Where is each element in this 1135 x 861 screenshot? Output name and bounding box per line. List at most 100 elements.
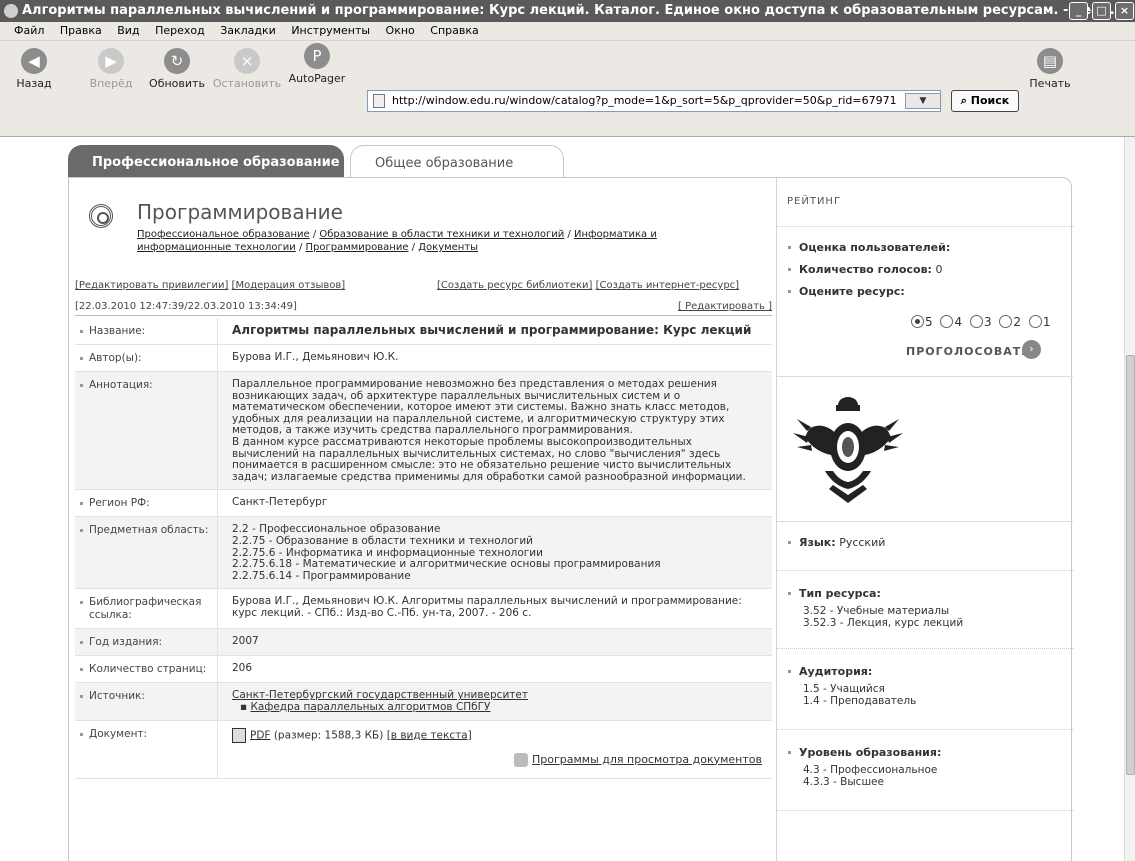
menu-tools[interactable]: Инструменты — [291, 24, 370, 37]
vote-arrow-button[interactable]: › — [1022, 340, 1041, 359]
level-section: Уровень образования: 4.3 - Профессиональ… — [777, 729, 1073, 788]
rating-option-label: 1 — [1042, 315, 1051, 329]
moderate-reviews-link[interactable]: [Модерация отзывов] — [232, 280, 346, 291]
rating-radio-1[interactable] — [1028, 315, 1042, 328]
field-label: Аннотация: — [75, 372, 218, 490]
details-table: Название: Алгоритмы параллельных вычислен… — [75, 318, 772, 779]
address-dropdown-button[interactable]: ▼ — [905, 93, 941, 109]
menu-window[interactable]: Окно — [386, 24, 415, 37]
field-label: Предметная область: — [75, 517, 218, 589]
department-link[interactable]: Кафедра параллельных алгоритмов СПбГУ — [250, 701, 490, 713]
create-library-resource-link[interactable]: [Создать ресурс библиотеки] — [437, 280, 592, 291]
address-bar[interactable]: http://window.edu.ru/window/catalog?p_mo… — [367, 90, 941, 112]
title-bar: Алгоритмы параллельных вычислений и прог… — [0, 0, 1135, 22]
edit-link[interactable]: [ Редактировать ] — [678, 301, 772, 312]
browser-logo-icon — [4, 4, 18, 18]
autopager-icon: P — [304, 43, 330, 69]
document-value: PDF (размер: 1588,3 КБ) [в виде текста] П… — [218, 721, 772, 778]
pdf-link[interactable]: PDF — [250, 729, 270, 741]
menu-file[interactable]: Файл — [14, 24, 44, 37]
rating-radio-4[interactable] — [940, 315, 954, 328]
menu-view[interactable]: Вид — [117, 24, 139, 37]
page-icon — [373, 94, 385, 108]
year-value: 2007 — [232, 635, 259, 648]
scrollbar-thumb[interactable] — [1126, 355, 1135, 775]
reload-icon: ↻ — [164, 48, 190, 74]
text-version-link[interactable]: [в виде текста] — [387, 729, 472, 741]
type-section: Тип ресурса: 3.52 - Учебные материалы 3.… — [777, 570, 1073, 629]
vote-label[interactable]: ПРОГОЛОСОВАТЬ — [906, 345, 1031, 358]
level-item: 4.3.3 - Высшее — [803, 776, 884, 788]
rating-radio-5[interactable] — [911, 315, 924, 328]
rating-sidebar: РЕЙТИНГ Оценка пользователей: Количество… — [776, 178, 1073, 861]
audience-section: Аудитория: 1.5 - Учащийся 1.4 - Преподав… — [777, 648, 1073, 707]
category-title: Программирование — [137, 200, 343, 224]
back-arrow-icon: ◀ — [21, 48, 47, 74]
menu-bookmarks[interactable]: Закладки — [220, 24, 276, 37]
rating-heading: РЕЙТИНГ — [787, 196, 842, 207]
divider — [75, 315, 772, 316]
audience-label: Аудитория: — [777, 661, 1073, 683]
table-row: Аннотация: Параллельное программирование … — [75, 372, 772, 491]
print-button[interactable]: ▤ Печать — [1024, 48, 1076, 90]
field-label: Регион РФ: — [75, 490, 218, 517]
date-line: [22.03.2010 12:47:39/22.03.2010 13:34:49… — [75, 301, 772, 316]
table-row: Автор(ы): Бурова И.Г., Демьянович Ю.К. — [75, 345, 772, 372]
field-label: Документ: — [75, 720, 218, 778]
resource-panel: Программирование Профессиональное образо… — [68, 177, 1073, 861]
stop-icon: × — [234, 48, 260, 74]
menu-edit[interactable]: Правка — [60, 24, 102, 37]
breadcrumb-link[interactable]: Образование в области техники и технолог… — [319, 229, 564, 240]
resource-dates: [22.03.2010 12:47:39/22.03.2010 13:34:49… — [75, 301, 297, 312]
navigation-toolbar: ◀ Назад ▶ Вперёд ↻ Обновить × Остановить P Au… — [0, 41, 1135, 137]
puzzle-icon — [514, 752, 528, 767]
autopager-button[interactable]: P AutoPager — [286, 43, 348, 85]
vertical-scrollbar[interactable] — [1124, 137, 1135, 861]
sidebar-divider — [777, 810, 1073, 811]
viewers-link[interactable]: Программы для просмотра документов — [532, 753, 762, 766]
university-emblem — [793, 397, 903, 503]
votes-count: Количество голосов: 0 — [777, 259, 1073, 281]
reload-button[interactable]: ↻ Обновить — [148, 48, 206, 90]
pdf-icon — [232, 727, 246, 743]
breadcrumb-link[interactable]: Программирование — [306, 242, 409, 253]
source-value: Санкт-Петербургский государственный унив… — [218, 683, 772, 719]
breadcrumb-link[interactable]: Профессиональное образование — [137, 229, 310, 240]
field-label: Библиографическая ссылка: — [75, 589, 218, 629]
stop-button[interactable]: × Остановить — [212, 48, 282, 90]
minimize-button[interactable]: _ — [1069, 2, 1088, 20]
field-label: Количество страниц: — [75, 656, 218, 683]
subject-item: 2.2.75 - Образование в области техники и… — [232, 534, 533, 547]
maximize-button[interactable]: □ — [1092, 2, 1111, 20]
rating-option-label: 3 — [983, 315, 992, 329]
field-label: Название: — [75, 318, 218, 344]
field-label: Автор(ы): — [75, 345, 218, 371]
authors-value: Бурова И.Г., Демьянович Ю.К. — [232, 351, 399, 363]
menu-go[interactable]: Переход — [155, 24, 205, 37]
search-button[interactable]: ⌕ Поиск — [951, 90, 1019, 112]
subject-area-value: 2.2 - Профессиональное образование 2.2.75… — [218, 517, 772, 588]
table-row: Предметная область: 2.2 - Профессионально… — [75, 517, 772, 590]
breadcrumb-link[interactable]: Документы — [418, 242, 478, 253]
table-row: Название: Алгоритмы параллельных вычислен… — [75, 318, 772, 345]
forward-button[interactable]: ▶ Вперёд — [86, 48, 136, 90]
create-internet-resource-link[interactable]: [Создать интернет-ресурс] — [596, 280, 739, 291]
type-item: 3.52.3 - Лекция, курс лекций — [803, 617, 964, 629]
edit-privileges-link[interactable]: [Редактировать привилегии] — [75, 280, 228, 291]
pages-value: 206 — [232, 662, 253, 675]
page-viewport[interactable]: Профессиональное образование Общее образ… — [0, 137, 1124, 861]
audience-item: 1.4 - Преподаватель — [803, 695, 917, 707]
user-rating-label: Оценка пользователей: — [777, 237, 1073, 259]
menu-help[interactable]: Справка — [430, 24, 478, 37]
rating-radio-2[interactable] — [999, 315, 1013, 328]
type-item: 3.52 - Учебные материалы — [803, 605, 950, 617]
rating-radio-3[interactable] — [969, 315, 983, 328]
table-row: Библиографическая ссылка: Бурова И.Г., Де… — [75, 589, 772, 630]
back-button[interactable]: ◀ Назад — [12, 48, 56, 90]
rating-option-label: 2 — [1013, 315, 1022, 329]
citation-value: Бурова И.Г., Демьянович Ю.К. Алгоритмы п… — [232, 595, 742, 619]
source-link[interactable]: Санкт-Петербургский государственный унив… — [232, 689, 528, 702]
close-button[interactable]: × — [1115, 2, 1134, 20]
printer-icon: ▤ — [1037, 48, 1063, 74]
viewers: Программы для просмотра документов — [232, 752, 762, 767]
